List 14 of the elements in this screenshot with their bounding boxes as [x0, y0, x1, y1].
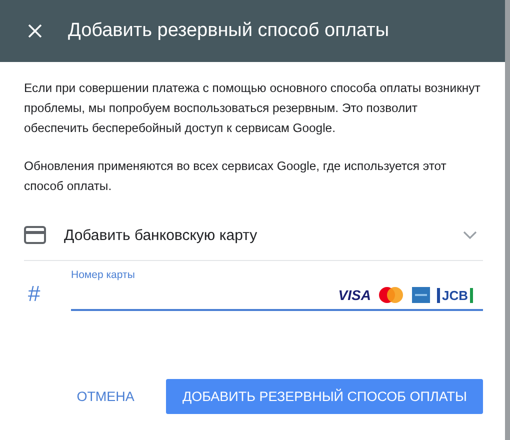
cancel-button[interactable]: ОТМЕНА [60, 379, 150, 414]
hash-icon: # [24, 281, 71, 311]
mastercard-logo [376, 286, 405, 304]
visa-logo: VISA [338, 287, 371, 303]
chevron-down-icon [463, 230, 477, 240]
dialog-title: Добавить резервный способ оплаты [68, 20, 389, 42]
payment-method-dropdown[interactable]: Добавить банковскую карту [24, 210, 483, 261]
description-text: Обновления применяются во всех сервисах Google, где используется этот способ оплаты. [24, 158, 448, 195]
jcb-logo: JCB [436, 288, 473, 302]
card-number-field[interactable]: Номер карты VISA JCB [71, 269, 483, 311]
description-text: Если при совершении платежа с помощью основного способа оплаты возникнут проблемы, мы попробуем воспользоваться резервным. Это позволит обеспечить бесперебойный доступ к сервисам Google. [24, 80, 482, 137]
amex-logo [410, 286, 431, 304]
close-icon [27, 23, 43, 39]
credit-card-icon [24, 226, 46, 244]
